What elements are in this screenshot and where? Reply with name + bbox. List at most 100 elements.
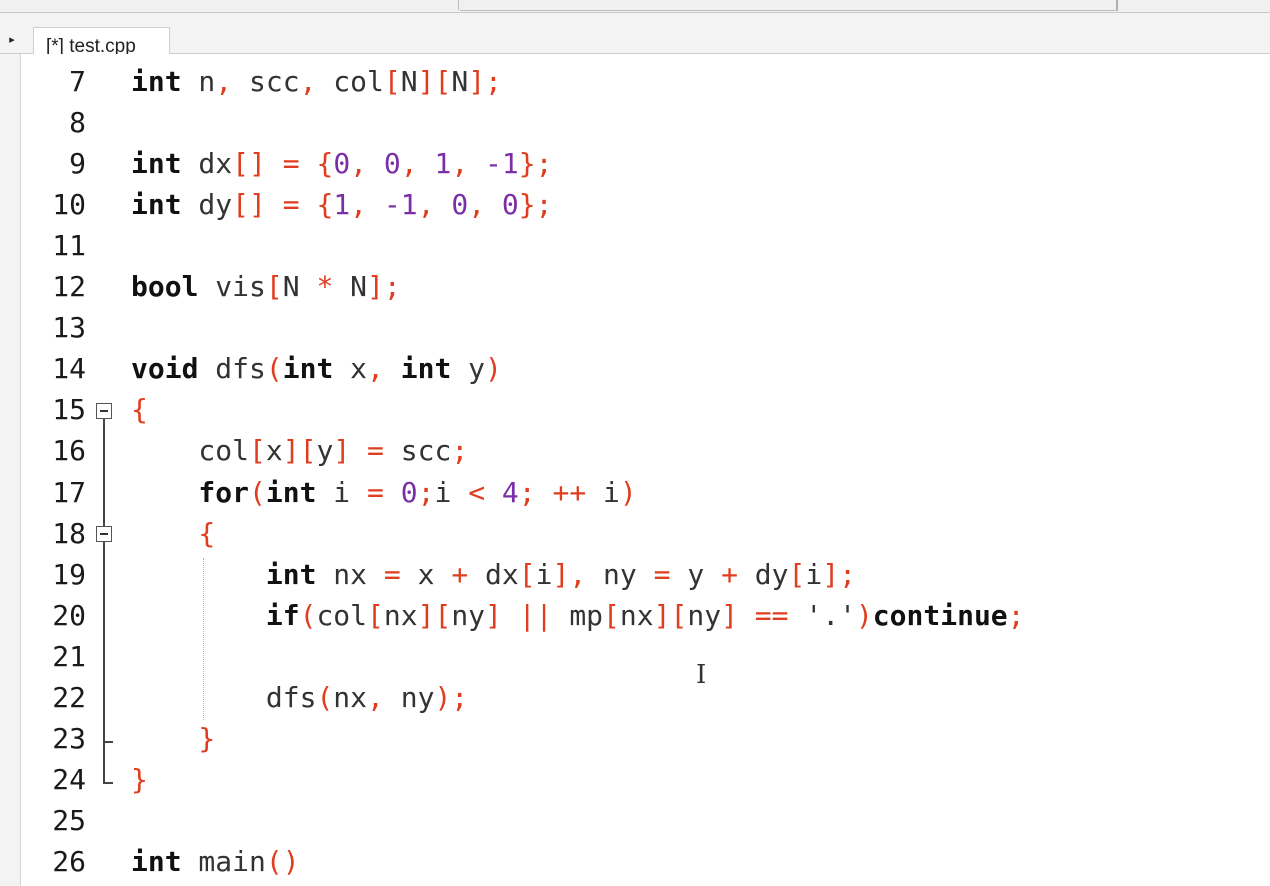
code-text[interactable]: dfs(nx, ny); bbox=[131, 677, 468, 718]
code-line[interactable]: 22 dfs(nx, ny); bbox=[0, 677, 1270, 718]
code-line[interactable]: 16 col[x][y] = scc; bbox=[0, 430, 1270, 471]
code-token: ++ bbox=[552, 475, 587, 509]
code-token: , bbox=[215, 65, 233, 98]
code-line[interactable]: 7 int n, scc, col[N][N]; bbox=[0, 61, 1270, 102]
code-token: [] bbox=[232, 188, 266, 222]
code-token: ny bbox=[400, 680, 435, 714]
code-token: ]; bbox=[367, 270, 401, 304]
code-text[interactable]: col[x][y] = scc; bbox=[131, 430, 468, 471]
code-token: col bbox=[316, 65, 384, 98]
code-text[interactable]: void dfs(int x, int y) bbox=[131, 348, 502, 389]
code-token: col bbox=[131, 434, 250, 468]
code-text[interactable]: for(int i = 0;i < 4; ++ i) bbox=[131, 472, 636, 513]
code-token: = bbox=[265, 188, 317, 222]
code-line[interactable]: 12 bool vis[N * N]; bbox=[0, 266, 1270, 307]
code-text[interactable]: int dx[] = {0, 0, 1, -1}; bbox=[131, 143, 552, 184]
code-token: 0 bbox=[451, 188, 469, 222]
code-line[interactable]: 15 { bbox=[0, 389, 1270, 430]
code-token: 0 bbox=[501, 188, 519, 222]
tab-scroll-arrow-icon[interactable]: ▸ bbox=[0, 27, 24, 53]
line-number: 13 bbox=[52, 311, 86, 345]
code-token: ) bbox=[855, 598, 873, 632]
code-text[interactable]: int main() bbox=[131, 841, 300, 882]
code-text[interactable]: int nx = x + dx[i], ny = y + dy[i]; bbox=[131, 554, 856, 595]
code-token: ] bbox=[333, 434, 351, 468]
code-token: '.' bbox=[805, 598, 856, 632]
code-line[interactable]: 20 if(col[nx][ny] || mp[nx][ny] == '.')c… bbox=[0, 595, 1270, 636]
code-text[interactable]: int dy[] = {1, -1, 0, 0}; bbox=[131, 184, 552, 225]
code-line[interactable]: 9 int dx[] = {0, 0, 1, -1}; bbox=[0, 143, 1270, 184]
code-token: y bbox=[670, 557, 722, 591]
line-number: 16 bbox=[52, 434, 86, 468]
code-text[interactable]: if(col[nx][ny] || mp[nx][ny] == '.')cont… bbox=[131, 595, 1025, 636]
code-token: int bbox=[131, 844, 182, 878]
code-text[interactable]: bool vis[N * N]; bbox=[131, 266, 401, 307]
code-token: nx bbox=[333, 680, 368, 714]
code-token: () bbox=[265, 844, 300, 878]
line-number: 24 bbox=[52, 762, 86, 796]
toolbar-segment bbox=[0, 0, 459, 10]
line-number: 9 bbox=[69, 147, 86, 181]
code-token: dy bbox=[181, 188, 233, 222]
code-line[interactable]: 24} bbox=[0, 759, 1270, 800]
line-number: 20 bbox=[52, 598, 86, 632]
code-token: [ bbox=[265, 270, 283, 304]
code-token: ] bbox=[721, 598, 738, 632]
code-line[interactable]: 19 int nx = x + dx[i], ny = y + dy[i]; bbox=[0, 554, 1270, 595]
code-line[interactable]: 23 } bbox=[0, 718, 1270, 759]
code-line[interactable]: 13 bbox=[0, 307, 1270, 348]
code-line[interactable]: 14 void dfs(int x, int y) bbox=[0, 348, 1270, 389]
code-line[interactable]: 18 { bbox=[0, 513, 1270, 554]
code-token: + bbox=[721, 557, 738, 591]
code-line[interactable]: 26 int main() bbox=[0, 841, 1270, 882]
code-token: 0 bbox=[333, 147, 351, 181]
code-text[interactable]: { bbox=[131, 389, 148, 430]
code-line[interactable]: 21 bbox=[0, 636, 1270, 677]
code-token: n bbox=[181, 65, 216, 98]
line-number: 10 bbox=[52, 188, 86, 222]
code-token: ( bbox=[249, 475, 266, 509]
code-token: mp bbox=[569, 598, 604, 632]
code-line[interactable]: 10 int dy[] = {1, -1, 0, 0}; bbox=[0, 184, 1270, 225]
fold-end-tick bbox=[103, 741, 113, 743]
code-line[interactable]: 25 bbox=[0, 800, 1270, 841]
code-token: -1 bbox=[383, 188, 418, 222]
fold-collapse-icon[interactable] bbox=[96, 526, 112, 542]
code-token: ( bbox=[265, 352, 283, 386]
code-token: 0 bbox=[383, 475, 418, 509]
code-token: , bbox=[451, 147, 486, 181]
code-token: [ bbox=[249, 434, 266, 468]
code-token: + bbox=[451, 557, 469, 591]
code-token: int bbox=[131, 65, 182, 98]
code-token: ; bbox=[417, 475, 435, 509]
code-token: 4 bbox=[485, 475, 519, 509]
code-token: 1 bbox=[434, 147, 452, 181]
code-line[interactable]: 11 bbox=[0, 225, 1270, 266]
code-token: { bbox=[316, 188, 334, 222]
code-text[interactable]: } bbox=[131, 718, 215, 759]
code-token: = bbox=[265, 147, 317, 181]
code-token: ny bbox=[687, 598, 722, 632]
code-text[interactable]: } bbox=[131, 759, 148, 800]
code-token: } bbox=[131, 762, 148, 796]
code-text[interactable]: int n, scc, col[N][N]; bbox=[131, 61, 502, 102]
code-text[interactable]: { bbox=[131, 513, 215, 554]
code-token: , bbox=[367, 352, 401, 386]
code-token: vis bbox=[198, 270, 266, 304]
code-token: ], bbox=[552, 557, 604, 591]
fold-collapse-icon[interactable] bbox=[96, 403, 112, 419]
code-token: ]; bbox=[468, 65, 502, 98]
code-line[interactable]: 8 bbox=[0, 102, 1270, 143]
code-token: , bbox=[400, 147, 435, 181]
code-token: = bbox=[367, 475, 384, 509]
code-token: }; bbox=[518, 147, 553, 181]
line-number: 23 bbox=[52, 721, 86, 755]
code-token: dx bbox=[181, 147, 233, 181]
code-token: col bbox=[316, 598, 368, 632]
toolbar-segment bbox=[460, 0, 1118, 11]
code-line[interactable]: 17 for(int i = 0;i < 4; ++ i) bbox=[0, 472, 1270, 513]
code-token: int bbox=[265, 475, 317, 509]
code-token: i bbox=[535, 557, 553, 591]
code-token: ][ bbox=[417, 598, 452, 632]
code-token: int bbox=[282, 352, 334, 386]
